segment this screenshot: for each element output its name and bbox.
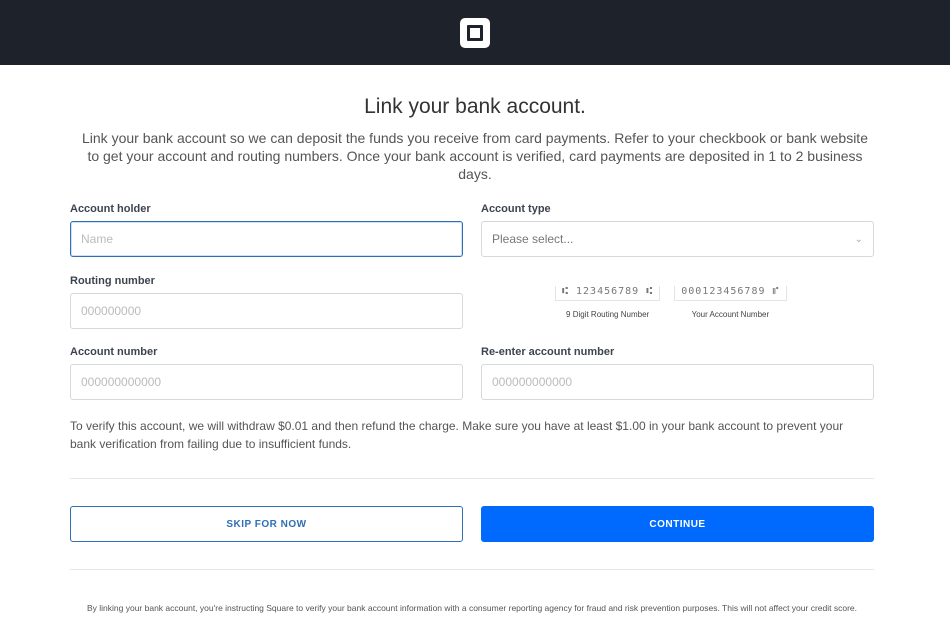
skip-for-now-button[interactable]: SKIP FOR NOW <box>70 506 463 542</box>
account-holder-input[interactable] <box>70 221 463 257</box>
routing-number-input[interactable] <box>70 293 463 329</box>
account-illustration: 000123456789 ⑈ Your Account Number <box>674 286 787 319</box>
account-number-label: Account number <box>70 346 158 358</box>
routing-illustration: ⑆ 123456789 ⑆ 9 Digit Routing Number <box>555 286 661 319</box>
account-type-field: Account type Please select... ⌄ <box>481 203 874 257</box>
account-holder-label: Account holder <box>70 203 151 215</box>
divider <box>70 569 874 570</box>
reenter-account-number-field: Re-enter account number <box>481 346 874 400</box>
chevron-down-icon: ⌄ <box>854 233 863 245</box>
top-bar <box>0 0 950 65</box>
verification-note: To verify this account, we will withdraw… <box>70 419 844 451</box>
account-number-input[interactable] <box>70 364 463 400</box>
continue-button[interactable]: CONTINUE <box>481 506 874 542</box>
account-type-label: Account type <box>481 203 551 215</box>
account-holder-field: Account holder <box>70 203 463 257</box>
account-type-value: Please select... <box>492 232 574 246</box>
square-logo-icon[interactable] <box>460 17 490 48</box>
check-illustration: ⑆ 123456789 ⑆ 9 Digit Routing Number 000… <box>555 286 787 319</box>
reenter-account-number-input[interactable] <box>481 364 874 400</box>
routing-caption: 9 Digit Routing Number <box>566 310 650 319</box>
account-number-field: Account number <box>70 346 463 400</box>
routing-digits: ⑆ 123456789 ⑆ <box>555 286 661 301</box>
intro-text: Link your bank account so we can deposit… <box>82 130 868 182</box>
account-caption: Your Account Number <box>691 310 770 319</box>
divider <box>70 478 874 479</box>
routing-number-label: Routing number <box>70 275 155 287</box>
reenter-account-number-label: Re-enter account number <box>481 346 615 358</box>
routing-number-field: Routing number <box>70 275 463 329</box>
account-digits: 000123456789 ⑈ <box>674 286 787 301</box>
page-title: Link your bank account. <box>364 95 586 118</box>
account-type-select[interactable]: Please select... ⌄ <box>481 221 874 257</box>
legal-text: By linking your bank account, you're ins… <box>86 603 857 613</box>
